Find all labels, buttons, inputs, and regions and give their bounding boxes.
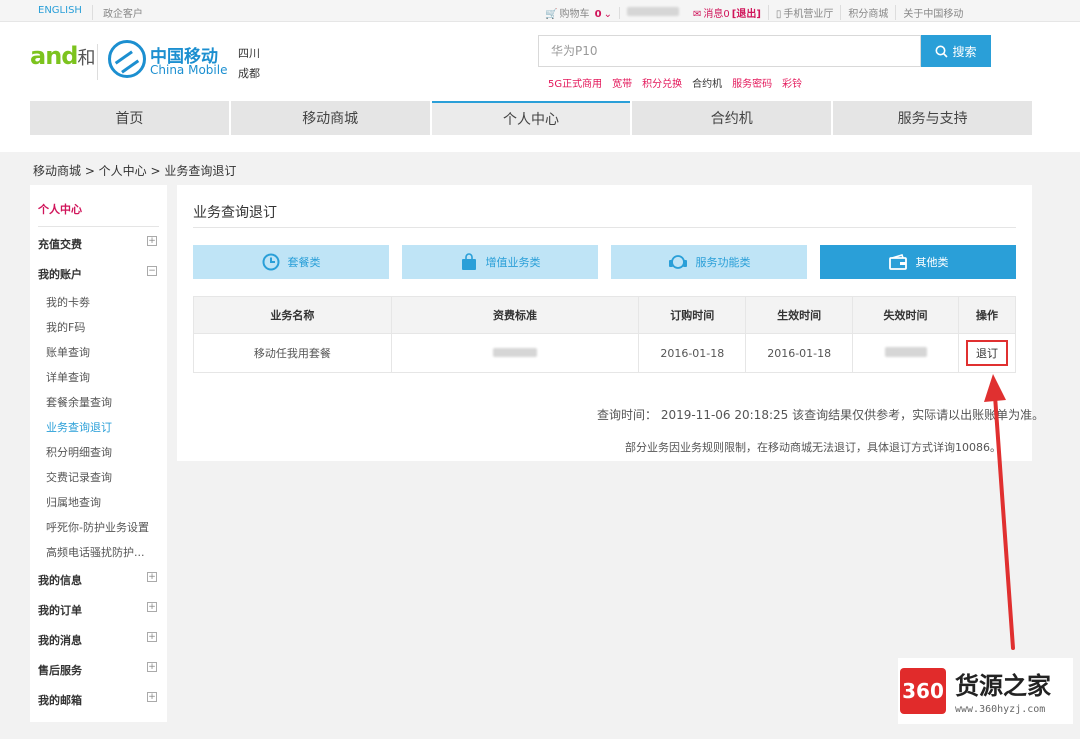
- wallet-icon: [888, 254, 907, 270]
- username: [619, 6, 686, 19]
- hotword-link[interactable]: 合约机: [692, 75, 722, 90]
- action-cell: 退订: [958, 333, 1016, 373]
- search-input[interactable]: 华为P10: [538, 35, 921, 67]
- mobile-hall-link[interactable]: ▯ 手机营业厅: [767, 5, 841, 20]
- column-header: 资费标准: [390, 296, 640, 334]
- expand-icon[interactable]: +: [147, 236, 157, 246]
- message-link[interactable]: ✉ 消息0 [退出]: [686, 5, 768, 20]
- nav-mall[interactable]: 移动商城: [230, 101, 430, 135]
- nav-personal-center[interactable]: 个人中心: [431, 101, 631, 135]
- tab-service-function[interactable]: 服务功能类: [611, 245, 807, 279]
- watermark: 360 货源之家 www.360hyzj.com: [898, 658, 1073, 724]
- main-nav: 首页 移动商城 个人中心 合约机 服务与支持: [30, 101, 1032, 135]
- cart-icon: 🛒: [545, 9, 558, 20]
- logo-divider: [97, 44, 98, 80]
- about-link[interactable]: 关于中国移动: [895, 5, 970, 20]
- table-header-row: 业务名称 资费标准 订购时间 生效时间 失效时间 操作: [193, 296, 1016, 334]
- nav-service-support[interactable]: 服务与支持: [833, 101, 1032, 135]
- expand-icon[interactable]: +: [147, 662, 157, 672]
- sidebar-sub-item[interactable]: 详单查询: [46, 369, 90, 385]
- clock-icon: [262, 253, 279, 271]
- sidebar-sub-item[interactable]: 账单查询: [46, 344, 90, 360]
- hotword-link[interactable]: 5G正式商用: [548, 75, 602, 90]
- sidebar-sub-item[interactable]: 高频电话骚扰防护...: [46, 544, 145, 560]
- expand-icon[interactable]: +: [147, 632, 157, 642]
- main-panel: 业务查询退订 套餐类 增值业务类 服务功能类 其他类 业务名称 资费标准 订购时…: [177, 185, 1044, 461]
- column-header: 失效时间: [852, 296, 959, 334]
- collapse-icon[interactable]: −: [147, 266, 157, 276]
- tab-other[interactable]: 其他类: [820, 245, 1016, 279]
- chevron-down-icon: ⌄: [603, 9, 612, 20]
- search-icon: [935, 45, 949, 58]
- and-logo[interactable]: and和: [30, 42, 95, 70]
- watermark-badge: 360: [900, 668, 946, 714]
- sidebar-item-info[interactable]: 我的信息 +: [38, 572, 159, 588]
- column-header: 操作: [958, 296, 1016, 334]
- nav-contract-phone[interactable]: 合约机: [632, 101, 832, 135]
- shopping-bag-icon: [461, 253, 476, 270]
- query-time-note: 查询时间： 2019-11-06 20:18:25 该查询结果仅供参考，实际请以…: [597, 408, 1045, 422]
- nav-home[interactable]: 首页: [30, 101, 229, 135]
- unsubscribe-button[interactable]: 退订: [966, 340, 1008, 366]
- business-table: 业务名称 资费标准 订购时间 生效时间 失效时间 操作 移动任我用套餐 2016…: [193, 296, 1016, 373]
- sidebar-sub-item[interactable]: 套餐余量查询: [46, 394, 112, 410]
- column-header: 订购时间: [638, 296, 747, 334]
- search-button[interactable]: 搜索: [921, 35, 991, 67]
- region-selector[interactable]: 四川 成都: [238, 44, 260, 84]
- column-header: 业务名称: [193, 296, 392, 334]
- logout-link[interactable]: [退出]: [732, 9, 761, 20]
- hotword-link[interactable]: 彩铃: [782, 75, 802, 90]
- sidebar-sub-item[interactable]: 交费记录查询: [46, 469, 112, 485]
- column-header: 生效时间: [745, 296, 854, 334]
- expand-icon[interactable]: +: [147, 572, 157, 582]
- expand-icon[interactable]: +: [147, 692, 157, 702]
- breadcrumb: 移动商城 > 个人中心 > 业务查询退订: [33, 164, 237, 178]
- headset-icon: [668, 255, 687, 269]
- gov-customer-link[interactable]: 政企客户: [91, 5, 153, 20]
- sidebar-item-mailbox[interactable]: 我的邮箱 +: [38, 692, 159, 708]
- fee-standard: [390, 333, 640, 373]
- expiry-time: [852, 333, 959, 373]
- table-row: 移动任我用套餐 2016-01-18 2016-01-18 退订: [193, 333, 1016, 373]
- hotword-link[interactable]: 积分兑换: [642, 75, 682, 90]
- sidebar-sub-item[interactable]: 积分明细查询: [46, 444, 112, 460]
- hotword-link[interactable]: 服务密码: [732, 75, 772, 90]
- watermark-title: 货源之家: [955, 671, 1051, 700]
- sidebar-item-account[interactable]: 我的账户 −: [38, 266, 159, 282]
- china-mobile-mark-icon: [108, 40, 146, 78]
- tab-value-added[interactable]: 增值业务类: [402, 245, 598, 279]
- sidebar-sub-item-active[interactable]: 业务查询退订: [46, 419, 112, 435]
- watermark-url: www.360hyzj.com: [955, 704, 1046, 715]
- hot-keywords: 5G正式商用 宽带 积分兑换 合约机 服务密码 彩铃: [548, 75, 802, 90]
- hotword-link[interactable]: 宽带: [612, 75, 632, 90]
- english-link[interactable]: ENGLISH: [38, 5, 92, 20]
- sidebar-sub-item[interactable]: 我的卡劵: [46, 294, 90, 310]
- expand-icon[interactable]: +: [147, 602, 157, 612]
- sidebar: 个人中心 充值交费 + 我的账户 − 我的卡劵 我的F码 账单查询 详单查询 套餐余…: [30, 185, 167, 722]
- sidebar-item-orders[interactable]: 我的订单 +: [38, 602, 159, 618]
- page-title: 业务查询退订: [193, 202, 1016, 228]
- cart-link[interactable]: 🛒 购物车 0 ⌄: [538, 5, 619, 20]
- sidebar-item-recharge[interactable]: 充值交费 +: [38, 236, 159, 252]
- effective-time: 2016-01-18: [745, 333, 854, 373]
- business-name: 移动任我用套餐: [193, 333, 392, 373]
- sidebar-sub-item[interactable]: 我的F码: [46, 319, 85, 335]
- sidebar-item-aftersale[interactable]: 售后服务 +: [38, 662, 159, 678]
- sidebar-item-messages[interactable]: 我的消息 +: [38, 632, 159, 648]
- points-mall-link[interactable]: 积分商城: [840, 5, 895, 20]
- sidebar-title[interactable]: 个人中心: [38, 201, 159, 227]
- sidebar-sub-item[interactable]: 归属地查询: [46, 494, 101, 510]
- sidebar-sub-item[interactable]: 呼死你-防护业务设置: [46, 519, 149, 535]
- order-time: 2016-01-18: [638, 333, 747, 373]
- unsubscribe-note: 部分业务因业务规则限制，在移动商城无法退订，具体退订方式详询10086。: [625, 441, 1001, 454]
- top-bar: ENGLISH 政企客户 🛒 购物车 0 ⌄ ✉ 消息0 [退出] ▯ 手机营业厅 积分商…: [0, 0, 1080, 22]
- tab-package[interactable]: 套餐类: [193, 245, 389, 279]
